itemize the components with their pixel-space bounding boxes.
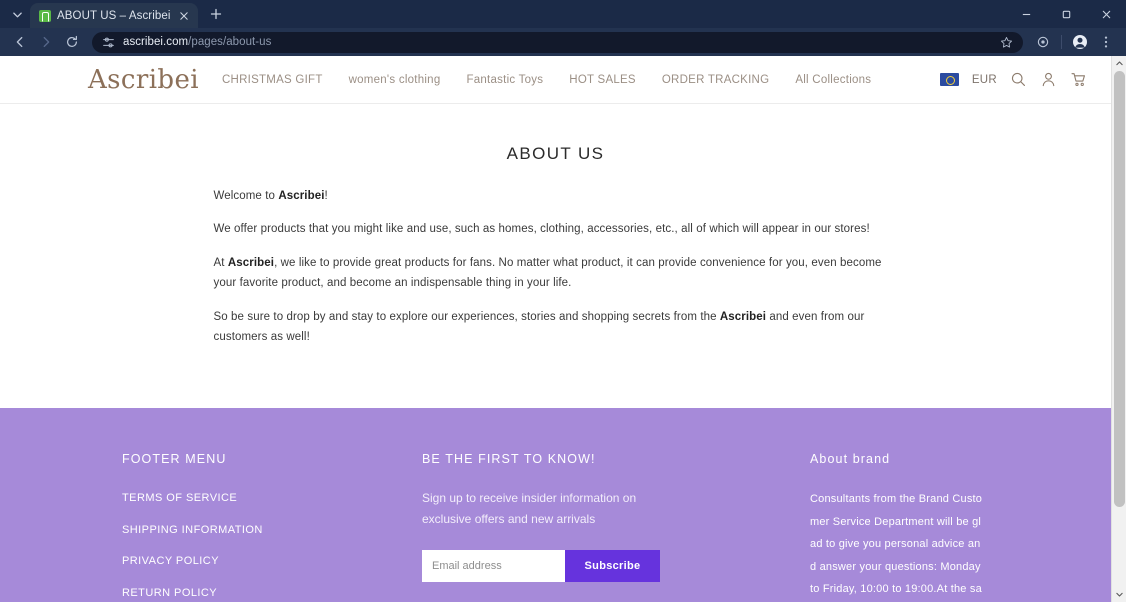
tab-close-icon[interactable] [177, 8, 192, 23]
tab-strip: ABOUT US – Ascribei [0, 0, 1126, 28]
scroll-up-arrow-icon[interactable] [1112, 56, 1126, 71]
paragraph-text: Welcome to [213, 190, 279, 202]
about-paragraph: So be sure to drop by and stay to explor… [214, 307, 898, 348]
paragraph-text: We offer products that you might like an… [213, 223, 870, 236]
page-title: ABOUT US [506, 144, 605, 163]
nav-item-hot-sales[interactable]: HOT SALES [556, 74, 649, 86]
bookmark-star-icon[interactable] [1000, 36, 1013, 49]
about-body-copy: Welcome to Ascribei! We offer products t… [214, 186, 898, 348]
url-domain: ascribei.com [123, 36, 189, 48]
toolbar-divider [1061, 35, 1062, 49]
footer-menu-list: TERMS OF SERVICE SHIPPING INFORMATION PR… [122, 488, 422, 602]
footer-menu-column: FOOTER MENU TERMS OF SERVICE SHIPPING IN… [122, 452, 422, 602]
site-header: Ascribei CHRISTMAS GIFT women's clothing… [0, 56, 1111, 104]
browser-tab[interactable]: ABOUT US – Ascribei [30, 3, 198, 28]
list-item: TERMS OF SERVICE [122, 488, 422, 506]
currency-selector[interactable]: EUR [972, 74, 997, 86]
web-page: Ascribei CHRISTMAS GIFT women's clothing… [0, 56, 1111, 602]
newsletter-copy: Sign up to receive insider information o… [422, 491, 637, 526]
eu-flag-icon [939, 73, 959, 86]
nav-item-all-collections[interactable]: All Collections [782, 74, 884, 86]
nav-item-christmas-gift[interactable]: CHRISTMAS GIFT [209, 74, 336, 86]
paragraph-text: So be sure to drop by and stay to explor… [213, 310, 720, 323]
brand-name-bold: Ascribei [227, 256, 275, 269]
browser-toolbar: ascribei.com/pages/about-us [0, 28, 1126, 56]
about-brand-text: Consultants from the Brand Customer Serv… [810, 493, 983, 596]
search-icon[interactable] [1010, 71, 1027, 88]
brand-name-bold: Ascribei [719, 310, 767, 323]
about-paragraph: Welcome to Ascribei! [214, 186, 898, 206]
nav-item-order-tracking[interactable]: ORDER TRACKING [649, 74, 782, 86]
site-footer: FOOTER MENU TERMS OF SERVICE SHIPPING IN… [0, 408, 1111, 602]
back-arrow-icon[interactable] [8, 30, 32, 54]
header-utilities: EUR [939, 71, 1087, 88]
site-logo[interactable]: Ascribei [88, 67, 199, 93]
scroll-down-arrow-icon[interactable] [1112, 587, 1126, 602]
brand-name-bold: Ascribei [278, 190, 325, 202]
tab-search-chevron-down-icon[interactable] [6, 3, 28, 25]
window-controls [1006, 0, 1126, 28]
list-item: SHIPPING INFORMATION [122, 520, 422, 538]
paragraph-text: ! [324, 190, 328, 202]
footer-link-privacy-policy[interactable]: PRIVACY POLICY [122, 555, 219, 567]
browser-window: ABOUT US – Ascribei ascribei.com/pages/a… [0, 0, 1126, 602]
address-bar[interactable]: ascribei.com/pages/about-us [92, 31, 1023, 53]
page-scrollbar[interactable] [1111, 56, 1126, 602]
main-navigation: CHRISTMAS GIFT women's clothing Fantasti… [209, 74, 940, 86]
nav-item-womens-clothing[interactable]: women's clothing [336, 74, 454, 86]
about-paragraph: At Ascribei, we like to provide great pr… [214, 253, 898, 294]
footer-link-return-policy[interactable]: RETURN POLICY [122, 587, 217, 599]
subscribe-button[interactable]: Subscribe [565, 550, 660, 582]
url-path: /pages/about-us [188, 36, 272, 48]
footer-menu-heading: FOOTER MENU [122, 452, 227, 466]
account-person-icon[interactable] [1040, 71, 1057, 88]
three-dot-menu-icon[interactable] [1094, 30, 1118, 54]
newsletter-signup-form: Subscribe [422, 550, 660, 582]
profile-avatar-icon[interactable] [1068, 30, 1092, 54]
footer-columns: FOOTER MENU TERMS OF SERVICE SHIPPING IN… [0, 452, 1111, 602]
tab-title: ABOUT US – Ascribei [57, 9, 171, 22]
scrollbar-thumb[interactable] [1114, 71, 1125, 507]
paragraph-text: At [213, 256, 228, 269]
page-viewport: Ascribei CHRISTMAS GIFT women's clothing… [0, 56, 1126, 602]
reload-icon[interactable] [60, 30, 84, 54]
new-tab-plus-icon[interactable] [204, 2, 228, 26]
window-maximize-icon[interactable] [1046, 0, 1086, 28]
list-item: RETURN POLICY [122, 583, 422, 601]
shopping-cart-icon[interactable] [1070, 71, 1087, 88]
toolbar-right-actions [1031, 30, 1118, 54]
shopify-bag-icon [39, 9, 51, 22]
newsletter-heading: BE THE FIRST TO KNOW! [422, 452, 596, 466]
list-item: PRIVACY POLICY [122, 551, 422, 569]
email-field[interactable] [422, 550, 565, 582]
about-paragraph: We offer products that you might like an… [214, 219, 898, 239]
window-minimize-icon[interactable] [1006, 0, 1046, 28]
paragraph-text: , we like to provide great products for … [213, 256, 882, 290]
footer-link-terms-of-service[interactable]: TERMS OF SERVICE [122, 492, 237, 504]
about-brand-column: About brand Consultants from the Brand C… [810, 452, 986, 602]
forward-arrow-icon[interactable] [34, 30, 58, 54]
google-lens-icon[interactable] [1031, 30, 1055, 54]
site-settings-tune-icon[interactable] [102, 36, 115, 49]
nav-item-fantastic-toys[interactable]: Fantastic Toys [453, 74, 556, 86]
address-bar-url: ascribei.com/pages/about-us [123, 36, 271, 48]
main-content: ABOUT US Welcome to Ascribei! We offer p… [0, 144, 1111, 348]
about-brand-heading: About brand [810, 452, 891, 466]
footer-link-shipping-information[interactable]: SHIPPING INFORMATION [122, 524, 263, 536]
window-close-icon[interactable] [1086, 0, 1126, 28]
newsletter-column: BE THE FIRST TO KNOW! Sign up to receive… [422, 452, 810, 602]
